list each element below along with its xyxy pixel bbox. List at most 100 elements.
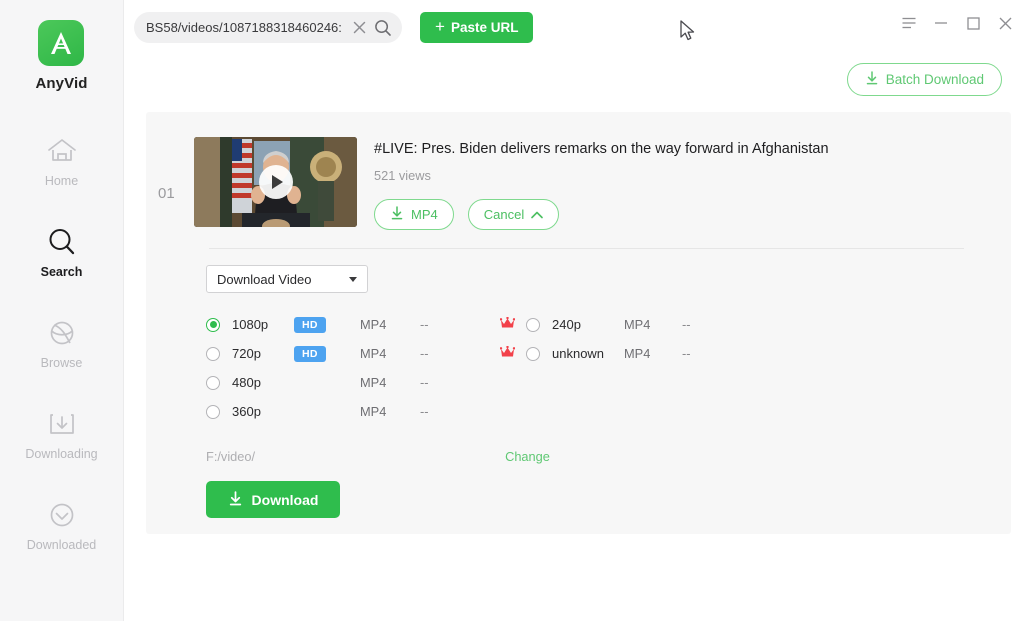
close-icon[interactable] [348,21,370,34]
quality-format: MP4 [360,317,387,333]
hd-badge-slot: HD [294,316,346,333]
globe-icon [45,316,79,350]
quality-option-240p[interactable]: 240p MP4 -- [526,310,691,339]
minimize-icon[interactable] [934,16,948,30]
download-button[interactable]: Download [206,481,340,519]
close-icon[interactable] [998,16,1012,30]
crown-icon [499,316,516,334]
main-area: :BS58/videos/1087188318460246 + Paste UR… [124,0,1024,621]
hd-badge-slot: HD [294,345,346,362]
cancel-button[interactable]: Cancel [467,199,560,231]
quality-option-1080p[interactable]: 1080p HD MP4 -- [206,310,526,339]
change-path-link[interactable]: Change [505,449,550,464]
sidebar-item-search[interactable]: Search [0,225,123,316]
video-actions: MP4 Cancel [374,199,829,231]
card-header: 01 #LIVE: Pres. Biden delivers remarks o… [146,112,1011,231]
quality-column-left: 1080p HD MP4 -- 720p HD MP4 -- 480p MP4 … [206,310,526,426]
quality-label: 480p [232,375,261,391]
top-bar: :BS58/videos/1087188318460246 + Paste UR… [124,0,1024,55]
plus-icon: + [435,17,445,36]
cancel-label: Cancel [483,207,525,223]
sidebar-item-browse[interactable]: Browse [0,316,123,407]
quality-format: MP4 [360,375,387,391]
radio-button[interactable] [526,317,540,332]
radio-button[interactable] [206,404,220,419]
chevron-down-icon [349,276,357,282]
logo-glyph-icon [51,32,72,54]
quality-options: 1080p HD MP4 -- 720p HD MP4 -- 480p MP4 … [206,310,1011,426]
sidebar-item-downloading[interactable]: Downloading [0,407,123,498]
quality-option-720p[interactable]: 720p HD MP4 -- [206,339,526,368]
hd-badge: HD [294,316,326,333]
save-path: F:/video/ [206,449,256,465]
chevron-up-icon [531,207,544,222]
quality-size: -- [420,346,429,362]
quality-format: MP4 [360,346,387,362]
download-icon [228,491,243,509]
play-button[interactable] [258,165,293,199]
save-path-row: F:/video/ Change [206,449,1011,464]
mp4-download-button[interactable]: MP4 [374,199,454,231]
download-box-icon [45,407,79,441]
download-mode-label: Download Video [217,271,312,287]
paste-url-label: Paste URL [450,20,519,35]
sidebar-item-label: Search [40,265,83,279]
quality-label: 240p [552,317,581,333]
video-title: #LIVE: Pres. Biden delivers remarks on t… [374,141,829,157]
download-button-label: Download [251,491,319,508]
batch-download-label: Batch Download [885,71,984,87]
sidebar-item-label: Browse [40,356,83,370]
quality-column-right: 240p MP4 -- unknown MP4 -- [526,310,691,426]
hd-badge: HD [294,345,326,362]
url-input-wrapper[interactable]: :BS58/videos/1087188318460246 [134,12,402,43]
brand: AnyVid [35,20,87,92]
quality-format: MP4 [360,404,387,420]
quality-option-480p[interactable]: 480p MP4 -- [206,368,526,397]
quality-label: 1080p [232,317,269,333]
quality-size: -- [420,317,429,333]
check-circle-icon [45,498,79,532]
video-thumbnail[interactable] [194,137,357,227]
sidebar-item-downloaded[interactable]: Downloaded [0,498,123,589]
sidebar-item-label: Home [44,174,79,188]
radio-button[interactable] [206,317,220,332]
download-options-panel: Download Video 1080p HD MP4 -- 720p HD M… [146,249,1011,519]
radio-button[interactable] [526,346,540,361]
sidebar-item-home[interactable]: Home [0,134,123,225]
maximize-icon[interactable] [966,16,980,30]
download-icon [865,70,879,88]
quality-option-360p[interactable]: 360p MP4 -- [206,397,526,426]
download-icon [390,206,404,223]
quality-size: -- [682,346,691,362]
video-meta: #LIVE: Pres. Biden delivers remarks on t… [357,137,829,231]
quality-label: unknown [552,346,605,362]
search-icon[interactable] [370,19,396,37]
quality-format: MP4 [624,346,651,362]
sidebar-item-label: Downloaded [26,538,97,552]
batch-download-row: Batch Download [124,55,1024,103]
quality-option-unknown[interactable]: unknown MP4 -- [526,339,691,368]
mp4-label: MP4 [411,207,438,223]
brand-name: AnyVid [35,75,88,92]
download-mode-select[interactable]: Download Video [206,265,368,294]
menu-icon[interactable] [902,16,916,30]
radio-button[interactable] [206,346,220,361]
home-icon [45,134,79,168]
result-index: 01 [158,185,175,202]
sidebar-nav: Home Search Browse Downloading Downloade… [0,134,123,589]
sidebar: AnyVid Home Search Browse Downloading Do… [0,0,124,621]
app-window: AnyVid Home Search Browse Downloading Do… [0,0,1024,621]
sidebar-item-label: Downloading [25,447,98,461]
batch-download-button[interactable]: Batch Download [846,62,1002,96]
quality-size: -- [682,317,691,333]
play-icon [271,175,283,189]
quality-format: MP4 [624,317,651,333]
url-input[interactable]: :BS58/videos/1087188318460246 [146,20,348,35]
paste-url-button[interactable]: + Paste URL [420,12,534,43]
quality-label: 360p [232,404,261,420]
search-icon [45,225,79,259]
radio-button[interactable] [206,375,220,390]
window-controls [902,16,1012,30]
video-views: 521 views [374,168,431,184]
quality-size: -- [420,375,429,391]
